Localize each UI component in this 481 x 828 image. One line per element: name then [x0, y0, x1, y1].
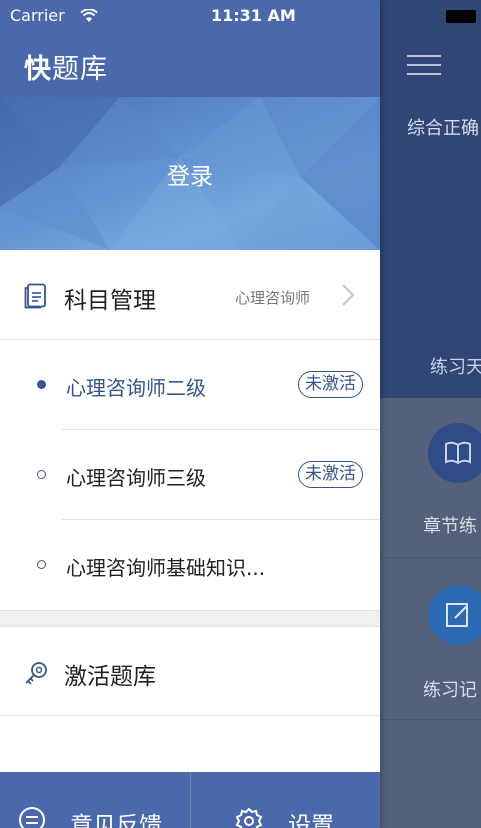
wifi-icon [80, 8, 98, 27]
subject-item-label: 心理咨询师二级 [66, 376, 206, 400]
unselected-dot-icon [37, 470, 46, 479]
key-icon [23, 660, 49, 690]
settings-label: 设置 [288, 813, 334, 828]
feedback-label: 意见反馈 [70, 813, 162, 828]
subject-management-row[interactable]: 科目管理 心理咨询师 [0, 250, 380, 340]
app-title: 快题库 [24, 47, 108, 86]
login-label[interactable]: 登录 [0, 157, 380, 191]
subject-item-basics[interactable]: 心理咨询师基础知识... [0, 520, 380, 610]
login-banner[interactable]: 登录 [0, 97, 380, 250]
feedback-icon [18, 806, 46, 828]
subject-item-level3[interactable]: 心理咨询师三级 未激活 [0, 430, 380, 520]
battery-icon [446, 10, 476, 23]
book-icon [428, 423, 481, 483]
background-card-record-label: 练习记 [423, 680, 477, 701]
current-subject-value: 心理咨询师 [235, 289, 311, 307]
background-title: 综合正确 [407, 118, 479, 139]
app-title-bold: 快 [24, 54, 52, 85]
hamburger-menu-icon[interactable] [407, 55, 441, 75]
feedback-button[interactable]: 意见反馈 [0, 772, 190, 828]
subject-item-level2[interactable]: 心理咨询师二级 未激活 [0, 340, 380, 430]
inactive-badge[interactable]: 未激活 [298, 371, 363, 398]
status-bar: Carrier 11:31 AM [0, 0, 481, 32]
unselected-dot-icon [37, 560, 46, 569]
carrier-label: Carrier [10, 6, 65, 25]
selected-dot-icon [37, 380, 46, 389]
status-time: 11:31 AM [211, 6, 296, 25]
settings-button[interactable]: 设置 [191, 772, 380, 828]
edit-icon [428, 585, 481, 645]
background-subtitle: 练习天 [430, 357, 481, 378]
section-gap [0, 610, 380, 627]
app-title-rest: 题库 [52, 54, 108, 85]
subject-management-label: 科目管理 [64, 288, 156, 314]
chevron-right-icon [341, 283, 355, 311]
side-drawer: 快题库 登录 科目管理 心理咨询师 心理咨询师二级 未激活 心理咨询师三级 未激… [0, 0, 380, 828]
document-icon [23, 283, 47, 313]
background-card-chapter-label: 章节练 [423, 516, 477, 537]
subject-item-label: 心理咨询师三级 [66, 466, 206, 490]
gear-icon [234, 806, 264, 828]
inactive-badge[interactable]: 未激活 [298, 461, 363, 488]
activate-bank-row[interactable]: 激活题库 [0, 627, 380, 716]
drawer-footer: 意见反馈 设置 [0, 772, 380, 828]
activate-bank-label: 激活题库 [64, 664, 156, 690]
subject-item-label: 心理咨询师基础知识... [66, 556, 266, 580]
